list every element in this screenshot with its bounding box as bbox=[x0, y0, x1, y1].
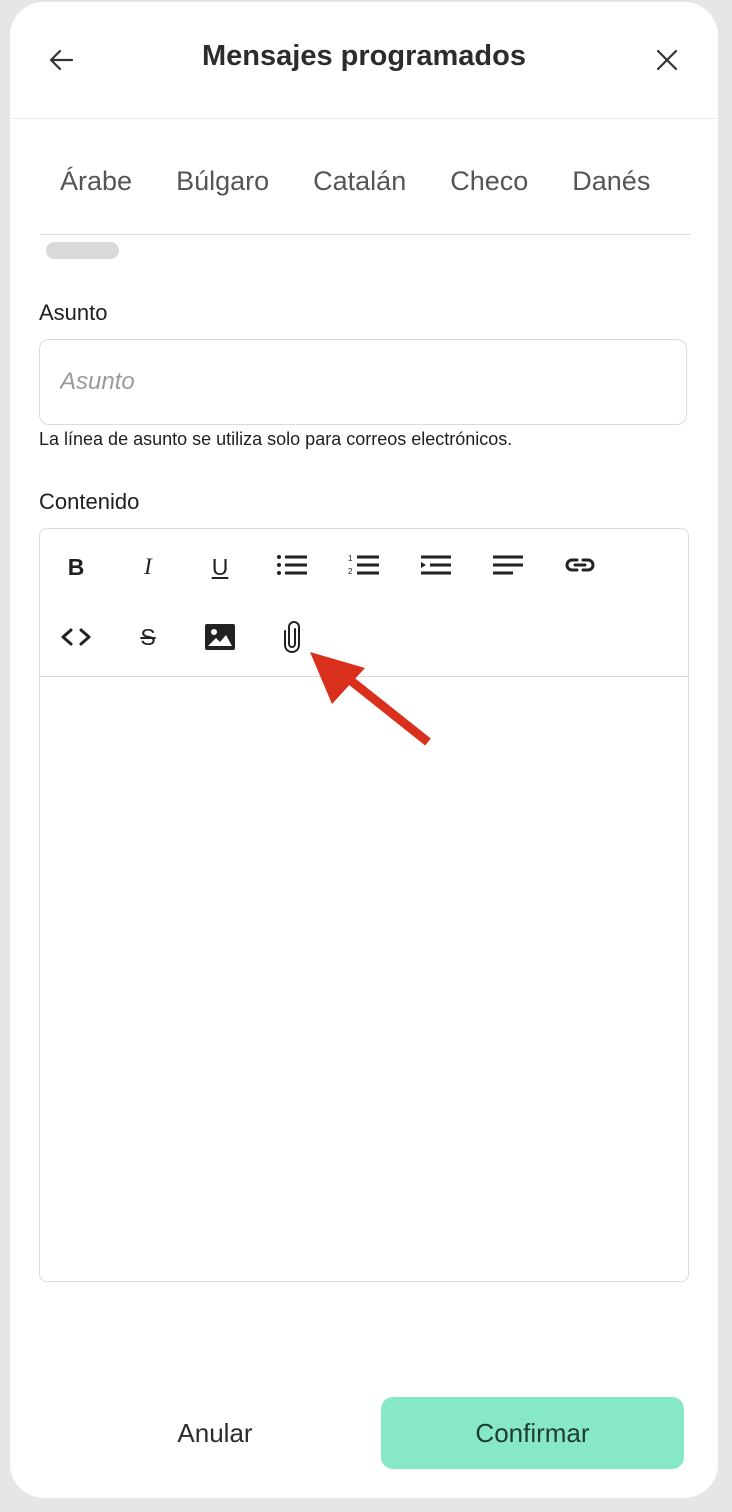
tab-arabe[interactable]: Árabe bbox=[60, 162, 132, 200]
modal-header: Mensajes programados bbox=[10, 2, 718, 119]
annotation-arrow-icon bbox=[310, 652, 431, 746]
align-left-icon bbox=[493, 555, 523, 575]
subject-input[interactable] bbox=[39, 339, 687, 425]
svg-text:2: 2 bbox=[348, 567, 353, 576]
bold-icon: B bbox=[67, 553, 85, 580]
tab-danes[interactable]: Danés bbox=[572, 162, 650, 200]
content-text-area[interactable] bbox=[40, 677, 688, 1281]
tabs-scrollbar[interactable] bbox=[46, 242, 119, 259]
tab-catalan[interactable]: Catalán bbox=[313, 162, 406, 200]
underline-icon: U bbox=[211, 553, 229, 580]
tab-bulgaro[interactable]: Búlgaro bbox=[176, 162, 269, 200]
image-icon bbox=[205, 624, 235, 650]
attachment-button[interactable] bbox=[274, 619, 310, 655]
numbered-list-icon: 1 2 bbox=[348, 554, 379, 576]
align-left-button[interactable] bbox=[490, 547, 526, 583]
link-icon bbox=[565, 558, 595, 572]
subject-helper-text: La línea de asunto se utiliza solo para … bbox=[39, 429, 513, 449]
language-tabs: ÁrabeBúlgaroCatalánChecoDanésA bbox=[40, 162, 690, 235]
svg-text:1: 1 bbox=[348, 554, 353, 563]
paperclip-icon bbox=[284, 621, 300, 653]
numbered-list-button[interactable]: 1 2 bbox=[346, 547, 382, 583]
code-icon bbox=[61, 628, 91, 646]
italic-icon: I bbox=[144, 554, 152, 579]
confirm-button[interactable]: Confirmar bbox=[381, 1397, 684, 1469]
bullet-list-button[interactable] bbox=[274, 547, 310, 583]
strikethrough-button[interactable]: S bbox=[130, 619, 166, 655]
close-button[interactable] bbox=[651, 44, 683, 76]
tab-checo[interactable]: Checo bbox=[450, 162, 528, 200]
italic-button[interactable]: I bbox=[130, 549, 166, 585]
bullet-list-icon bbox=[277, 555, 307, 575]
underline-button[interactable]: U bbox=[202, 549, 238, 585]
indent-icon bbox=[421, 555, 451, 575]
subject-label: Asunto bbox=[39, 300, 108, 325]
scheduled-messages-modal: Mensajes programados Árabe Búlgaro Catalán… bbox=[10, 2, 718, 1498]
content-editor: B I U 1 2 S bbox=[39, 528, 689, 1282]
bold-button[interactable]: B bbox=[58, 549, 94, 585]
code-button[interactable] bbox=[58, 619, 94, 655]
page-title: Mensajes programados bbox=[202, 40, 526, 72]
cancel-button[interactable]: Anular bbox=[140, 1397, 290, 1469]
close-icon bbox=[656, 49, 678, 71]
link-button[interactable] bbox=[562, 547, 598, 583]
strikethrough-icon: S bbox=[140, 623, 156, 650]
content-label: Contenido bbox=[39, 489, 140, 514]
image-button[interactable] bbox=[202, 619, 238, 655]
indent-button[interactable] bbox=[418, 547, 454, 583]
